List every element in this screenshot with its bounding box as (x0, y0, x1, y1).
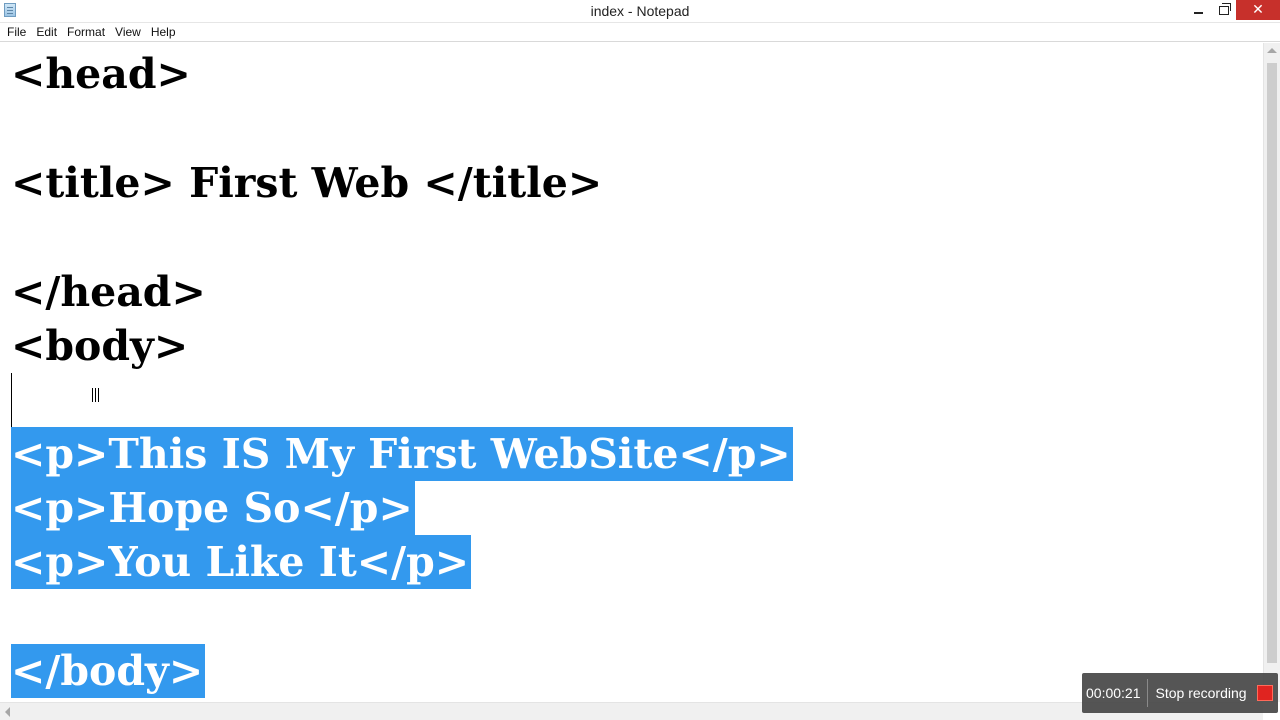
close-button[interactable]: ✕ (1236, 0, 1280, 20)
vertical-scroll-thumb[interactable] (1267, 63, 1277, 663)
menu-format[interactable]: Format (62, 23, 110, 42)
menu-edit[interactable]: Edit (31, 23, 62, 42)
editor-line-paragraph-2: <p>Hope So</p> (11, 481, 415, 535)
text-editor-area[interactable]: <head> <title> First Web </title> </head… (1, 43, 1263, 702)
editor-line-head-open: <head> (11, 50, 191, 98)
editor-line-paragraph-1: <p>This IS My First WebSite</p> (11, 427, 793, 481)
stop-recording-button[interactable]: Stop recording (1148, 673, 1255, 713)
ibeam-cursor-icon (92, 388, 99, 402)
text-caret (11, 373, 12, 427)
menu-help[interactable]: Help (146, 23, 181, 42)
editor-line-head-close: </head> (11, 268, 206, 316)
screen-recorder-widget: 00:00:21 Stop recording (1082, 673, 1278, 713)
scroll-left-arrow-icon[interactable] (5, 707, 10, 717)
minimize-icon (1193, 12, 1203, 14)
restore-icon (1219, 2, 1231, 15)
window-title: index - Notepad (590, 3, 690, 19)
menu-view[interactable]: View (110, 23, 146, 42)
scroll-up-arrow-icon[interactable] (1267, 48, 1277, 53)
editor-line-body-open: <body> (11, 322, 189, 370)
recording-timer: 00:00:21 (1086, 685, 1141, 701)
editor-line-title: <title> First Web </title> (11, 159, 603, 207)
menu-bar: File Edit Format View Help (0, 23, 1280, 42)
editor-line-body-close: </body> (11, 644, 206, 698)
horizontal-scrollbar[interactable] (0, 702, 1263, 720)
vertical-scrollbar[interactable] (1263, 43, 1280, 702)
close-icon: ✕ (1252, 2, 1264, 18)
title-bar: index - Notepad ✕ (0, 0, 1280, 23)
stop-icon[interactable] (1256, 685, 1273, 701)
menu-file[interactable]: File (2, 23, 31, 42)
editor-line-paragraph-3: <p>You Like It</p> (11, 535, 472, 589)
